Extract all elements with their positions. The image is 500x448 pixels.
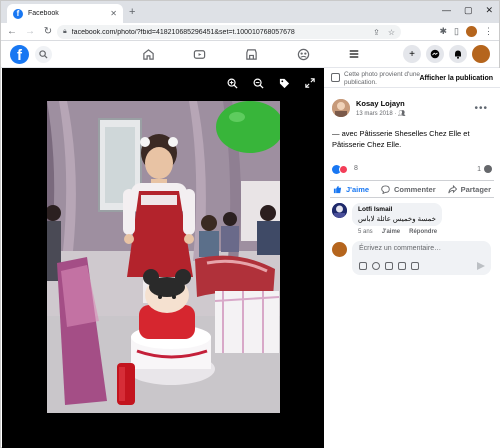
forward-icon[interactable]: → [23,26,37,37]
comment-tools [359,262,419,270]
commenter-avatar[interactable] [332,203,347,218]
viewer-toolbar [226,77,316,89]
send-icon[interactable] [477,262,485,270]
tab-close-icon[interactable]: ✕ [110,9,117,18]
zoom-out-icon[interactable] [252,77,264,89]
bookmark-star-icon[interactable]: ☆ [388,28,395,37]
share-page-icon[interactable]: ⇪ [373,28,380,37]
browser-toolbar: ← → ↻ 🔒︎ facebook.com/photo/?fbid=418210… [1,23,499,41]
comment-text: خمسة وخميس عائلة لاباس [358,216,436,223]
close-window-icon[interactable]: ✕ [485,5,493,16]
tag-icon[interactable] [278,77,290,89]
notifications-icon[interactable] [449,45,467,63]
back-icon[interactable]: ← [5,26,19,37]
view-post-link[interactable]: Afficher la publication [419,75,493,82]
post-photo[interactable] [47,101,280,413]
reactions-summary[interactable]: 8 1 [332,164,492,176]
comment-like-link[interactable]: J'aime [382,229,400,235]
messenger-icon[interactable] [426,45,444,63]
comment-count: 1 [477,165,481,173]
groups-icon[interactable] [296,47,310,61]
tab-strip: f Facebook ✕ + — ▢ ✕ [1,1,499,23]
comment-reply-link[interactable]: Répondre [409,229,437,235]
account-avatar[interactable] [472,45,490,63]
post-context-icon [331,73,340,82]
create-icon[interactable]: + [403,45,421,63]
sidepanel-icon[interactable]: ▯ [454,26,459,37]
comment-bubble: Lotfi Ismail خمسة وخميس عائلة لاباس [352,203,442,226]
comment-meta: 5 ans J'aime Répondre [358,229,437,235]
minimize-icon[interactable]: — [442,5,451,16]
zoom-in-icon[interactable] [226,77,238,89]
avatar-sticker-icon[interactable] [359,262,367,270]
browser-window: f Facebook ✕ + — ▢ ✕ ← → ↻ 🔒︎ facebook.c… [0,0,500,448]
post-author: Kosay Lojayn 13 mars 2018 · 👥︎ [332,99,406,117]
current-user-avatar[interactable] [332,242,347,257]
facebook-header: f + [1,41,499,68]
profile-avatar[interactable] [466,26,477,37]
post-caption: — avec Pâtisserie Sheselles Chez Elle et… [332,129,470,149]
new-tab-icon[interactable]: + [129,6,135,18]
context-text: Cette photo provient d'une publication. [344,71,421,86]
share-label: Partager [460,184,491,194]
home-icon[interactable] [141,47,155,61]
tab-title: Facebook [28,10,59,17]
date-separator: · [394,111,397,117]
gif-icon[interactable] [398,262,406,270]
author-avatar[interactable] [332,99,350,117]
browser-tab[interactable]: f Facebook ✕ [7,4,123,23]
maximize-icon[interactable]: ▢ [464,5,473,16]
post-actions: J'aime Commenter Partager [330,180,494,198]
commenter-name[interactable]: Lotfi Ismail [358,206,436,213]
menu-icon[interactable] [347,47,361,61]
marketplace-icon[interactable] [244,47,258,61]
audience-icon: 👥︎ [398,111,406,117]
author-name[interactable]: Kosay Lojayn [356,99,406,108]
reaction-count: 8 [354,165,358,172]
facebook-favicon-icon: f [13,8,23,19]
photo-viewer [2,68,324,448]
birthday-photo-illustration [47,101,280,413]
extensions-icon[interactable]: ✱ [440,26,448,37]
sticker-icon[interactable] [411,262,419,270]
lock-icon: 🔒︎ [63,28,67,35]
reload-icon[interactable]: ↻ [41,26,55,37]
comment-age[interactable]: 5 ans [358,229,373,235]
comment-placeholder: Écrivez un commentaire… [359,245,442,252]
browser-menu-icon[interactable]: ⋮ [484,26,493,37]
share-button[interactable]: Partager [445,184,494,194]
emoji-icon[interactable] [372,262,380,270]
url-text: facebook.com/photo/?fbid=418210685296451… [71,28,295,36]
comment-icon [381,184,390,194]
comment-button[interactable]: Commenter [378,185,439,194]
share-icon [447,184,457,193]
post-date[interactable]: 13 mars 2018 [356,111,393,117]
post-date-row: 13 mars 2018 · 👥︎ [356,110,406,117]
thumbs-up-icon [333,185,342,193]
context-bar: Cette photo provient d'une publication. … [324,68,500,88]
comment-count-group[interactable]: 1 [477,165,492,173]
like-label: J'aime [346,184,370,194]
window-controls: — ▢ ✕ [442,5,493,16]
fullscreen-icon[interactable] [304,77,316,89]
address-bar[interactable]: 🔒︎ facebook.com/photo/?fbid=418210685296… [57,25,401,39]
post-side-panel: Cette photo provient d'une publication. … [324,68,500,448]
comment-label: Commenter [393,184,436,194]
more-options-icon[interactable]: ••• [474,103,488,114]
comment-bubble-icon [484,165,492,173]
camera-icon[interactable] [385,262,393,270]
comment-input[interactable]: Écrivez un commentaire… [352,241,491,275]
love-reaction-icon [339,165,348,174]
watch-icon[interactable] [192,47,206,61]
like-button[interactable]: J'aime [330,185,372,194]
